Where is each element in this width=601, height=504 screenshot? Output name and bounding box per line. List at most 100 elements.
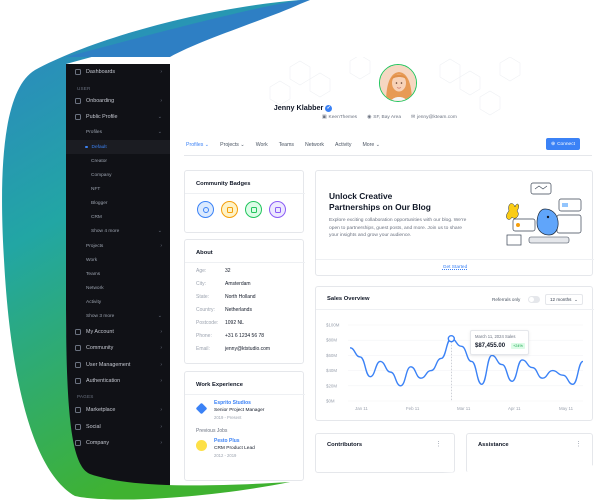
sidebar-item-onboarding[interactable]: Onboarding ›: [66, 94, 170, 108]
chevron-down-icon: ⌄: [157, 313, 162, 319]
sidebar-item-user-management[interactable]: User Management ›: [66, 358, 170, 372]
x-tick-label: May 11: [559, 406, 574, 411]
badges-title: Community Badges: [196, 181, 251, 187]
sidebar-item-work[interactable]: Work: [66, 253, 170, 267]
sidebar-item-teams[interactable]: Teams: [66, 267, 170, 281]
sidebar-item-public-profile[interactable]: Public Profile ⌄: [66, 110, 170, 124]
badge-item[interactable]: [221, 201, 238, 218]
avatar[interactable]: [379, 64, 417, 102]
tab-profiles[interactable]: Profiles ⌄: [186, 138, 209, 156]
highlight-point[interactable]: [448, 336, 454, 342]
sidebar-section-pages: PAGES: [77, 394, 94, 399]
sidebar-item-default[interactable]: Default: [66, 140, 170, 154]
previous-jobs-label: Previous Jobs: [196, 428, 228, 434]
prev-job-company[interactable]: Pesto Plus: [214, 438, 240, 444]
sidebar-item-my-account[interactable]: My Account ›: [66, 325, 170, 339]
sidebar-item-network[interactable]: Network: [66, 281, 170, 295]
sidebar-item-activity[interactable]: Activity: [66, 295, 170, 309]
sidebar-item-company[interactable]: Company: [66, 168, 170, 182]
badge-item[interactable]: [197, 201, 214, 218]
profile-meta: ▣ KeenThemes ◉ SF, Bay Area ✉ jenny@kteam.c…: [322, 115, 457, 120]
x-tick-label: Mar 11: [457, 406, 471, 411]
chevron-right-icon: ›: [160, 345, 162, 351]
contributors-title: Contributors: [327, 442, 363, 448]
about-card: About Age: 32 City: Amsterdam State: North …: [184, 239, 304, 364]
job-role: Senior Project Manager: [214, 408, 265, 413]
sidebar-item-profiles[interactable]: Profiles ⌄: [66, 125, 170, 139]
sidebar-item-authentication[interactable]: Authentication ›: [66, 374, 170, 388]
sidebar-section-user: USER: [77, 86, 91, 91]
sidebar-item-dashboards[interactable]: Dashboards ›: [66, 65, 170, 79]
y-tick-label: $60M: [326, 353, 337, 358]
tab-teams[interactable]: Teams: [279, 138, 294, 156]
sidebar-item-marketplace[interactable]: Marketplace ›: [66, 403, 170, 417]
sales-series-line: [350, 339, 583, 386]
sidebar-show-3-more[interactable]: Show 3 more ⌄: [66, 309, 170, 323]
tab-network[interactable]: Network: [305, 138, 324, 156]
users-icon: [75, 362, 81, 368]
work-experience-card: Work Experience Esprito Studios Senior P…: [184, 371, 304, 481]
tooltip-change-badge: +24%: [513, 344, 523, 348]
tab-work[interactable]: Work: [256, 138, 268, 156]
x-tick-label: Apr 11: [508, 406, 521, 411]
job-company[interactable]: Esprito Studios: [214, 400, 251, 406]
leaf-icon: [251, 207, 257, 213]
about-row-email: Email: jenny@ktstudio.com: [196, 346, 271, 352]
profile-icon: [75, 114, 81, 120]
company-icon: ▣: [322, 115, 327, 120]
chevron-down-icon: ⌄: [157, 228, 162, 234]
chevron-down-icon: ⌄: [204, 142, 210, 148]
sidebar-item-community[interactable]: Community ›: [66, 341, 170, 355]
account-icon: [75, 329, 81, 335]
y-tick-label: $80M: [326, 338, 337, 343]
active-dot: [85, 146, 88, 149]
sidebar-item-creator[interactable]: Creator: [66, 154, 170, 168]
sidebar-item-blogger[interactable]: Blogger: [66, 196, 170, 210]
pesto-logo-icon: [196, 440, 207, 451]
profile-name: Jenny Klabber ✓: [273, 103, 331, 112]
chevron-right-icon: ›: [160, 424, 162, 430]
sidebar-show-4-more[interactable]: Show 4 more ⌄: [66, 224, 170, 238]
tooltip-value: $87,455.00: [475, 343, 506, 349]
y-tick-label: $40M: [326, 368, 337, 373]
chevron-right-icon: ›: [160, 329, 162, 335]
store-icon: [75, 407, 81, 413]
more-options-icon[interactable]: ⋮: [575, 440, 582, 448]
tab-more[interactable]: More ⌄: [362, 138, 380, 156]
y-tick-label: $20M: [326, 383, 337, 388]
esprito-logo-icon: [196, 403, 208, 415]
chevron-down-icon: ⌄: [240, 142, 245, 148]
prev-job-role: CRM Product Lead: [214, 446, 255, 451]
sidebar-item-nft[interactable]: NFT: [66, 182, 170, 196]
assistance-title: Assistance: [478, 442, 509, 448]
y-tick-label: $100M: [326, 323, 340, 328]
more-options-icon[interactable]: ⋮: [435, 440, 442, 448]
tab-projects[interactable]: Projects ⌄: [220, 138, 245, 156]
prev-job-period: 2012 - 2019: [214, 453, 237, 458]
sidebar-item-crm[interactable]: CRM: [66, 210, 170, 224]
badge-item[interactable]: [269, 201, 286, 218]
sidebar-item-social[interactable]: Social ›: [66, 420, 170, 434]
sidebar-item-company-page[interactable]: Company ›: [66, 436, 170, 450]
about-row-city: City: Amsterdam: [196, 281, 251, 287]
y-tick-label: $0M: [326, 399, 335, 404]
tab-activity[interactable]: Activity: [335, 138, 351, 156]
target-icon: [203, 207, 209, 213]
x-tick-label: Feb 11: [406, 406, 420, 411]
sidebar: Dashboards › USER Onboarding › Public Pr…: [66, 64, 170, 504]
sales-line-chart: $100M $80M $60M $40M $20M $0M Jan 11 Feb 11 Mar…: [315, 286, 593, 421]
connect-button[interactable]: ⊕ Connect: [546, 138, 580, 150]
sidebar-item-projects[interactable]: Projects ›: [66, 239, 170, 253]
tabs-divider: [184, 155, 592, 156]
chevron-right-icon: ›: [160, 69, 162, 75]
badge-item[interactable]: [245, 201, 262, 218]
about-row-postcode: Postcode: 1092 NL: [196, 320, 244, 326]
profile-email[interactable]: ✉ jenny@kteam.com: [411, 115, 457, 120]
flask-icon: [275, 207, 281, 213]
profile-company: ▣ KeenThemes: [322, 115, 358, 120]
contributors-card: Contributors ⋮: [315, 433, 455, 473]
about-title: About: [196, 250, 213, 256]
get-started-link[interactable]: Get Started: [316, 265, 594, 270]
tooltip-date: March 11, 2024 Sales: [475, 334, 516, 339]
card-divider: [185, 394, 305, 395]
